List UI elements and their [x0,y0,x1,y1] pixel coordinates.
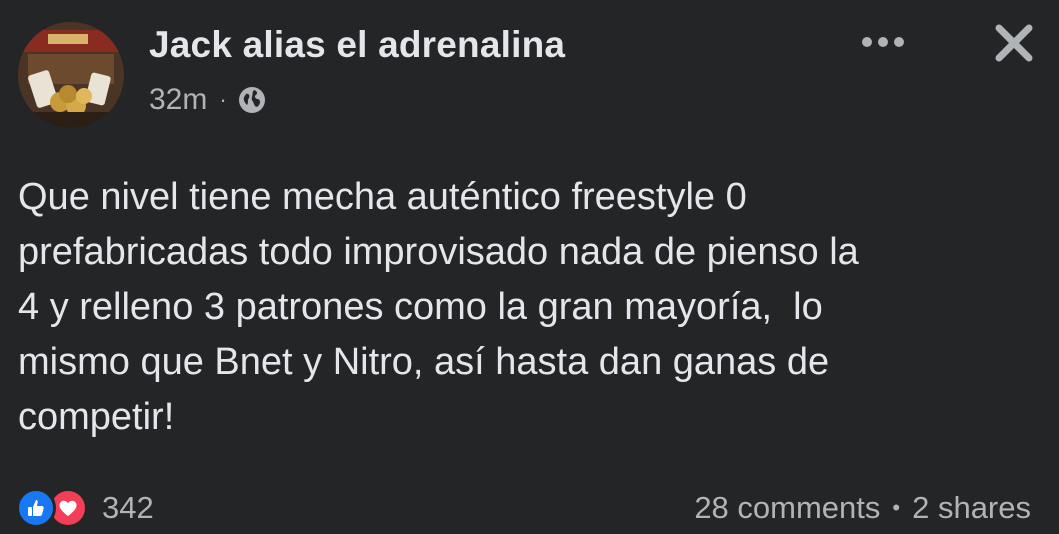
post-card: Jack alias el adrenalina 32m · Que nivel… [0,0,1059,534]
close-icon[interactable] [993,22,1035,64]
globe-icon[interactable] [237,85,267,115]
reaction-count: 342 [102,490,154,525]
shares-count[interactable]: 2 shares [912,488,1031,528]
author-avatar[interactable] [18,22,124,128]
post-footer: 342 28 comments • 2 shares [16,488,1031,528]
post-time[interactable]: 32m [149,80,207,120]
comments-count[interactable]: 28 comments [694,488,880,528]
engagement-stats: 28 comments • 2 shares [694,488,1031,528]
avatar-image [18,22,124,128]
more-options-icon[interactable] [859,34,907,50]
stats-separator: • [892,495,901,520]
post-meta: 32m · [149,80,267,120]
author-name[interactable]: Jack alias el adrenalina [149,22,565,68]
meta-separator: · [219,87,227,112]
post-text: Que nivel tiene mecha auténtico freestyl… [18,176,859,438]
like-reaction-icon [16,488,56,528]
reactions-summary[interactable]: 342 [16,488,154,528]
post-header: Jack alias el adrenalina 32m · [18,22,1035,132]
